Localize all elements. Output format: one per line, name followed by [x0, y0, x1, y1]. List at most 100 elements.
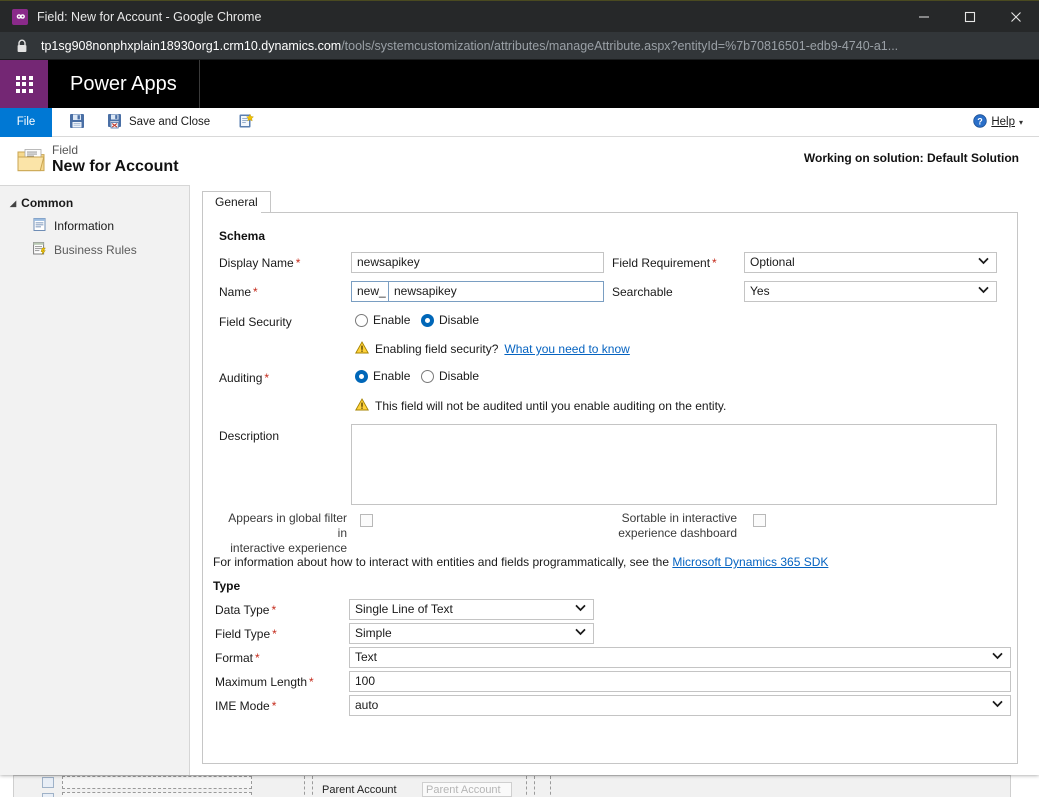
sidebar-group-label: Common: [21, 196, 74, 210]
chevron-down-icon: [575, 604, 586, 612]
folder-icon: [16, 147, 46, 180]
display-name-input[interactable]: newsapikey: [351, 252, 604, 273]
description-textarea[interactable]: [351, 424, 997, 505]
background-bottom-vdash: [534, 776, 535, 797]
field-security-warning-link[interactable]: What you need to know: [504, 342, 629, 356]
minimize-button[interactable]: [901, 1, 947, 33]
sidebar-item-information[interactable]: Information: [0, 214, 189, 238]
background-bottom-vdash: [526, 776, 527, 797]
help-menu[interactable]: ? Help ▾: [973, 113, 1023, 131]
field-requirement-value: Optional: [750, 255, 795, 269]
row-auditing-warning: This field will not be audited until you…: [203, 393, 1017, 423]
url-path: /tools/systemcustomization/attributes/ma…: [341, 38, 899, 53]
file-tab[interactable]: File: [0, 107, 52, 137]
sidebar-item-label: Business Rules: [54, 243, 137, 257]
sidebar-item-business-rules[interactable]: Business Rules: [0, 238, 189, 262]
record-header: Field New for Account Working on solutio…: [0, 137, 1039, 185]
auditing-enable-radio[interactable]: Enable: [355, 369, 410, 383]
chevron-down-icon: ▾: [1018, 117, 1023, 127]
name-input[interactable]: newsapikey: [388, 281, 604, 302]
row-field-security-warning: Enabling field security? What you need t…: [203, 337, 1017, 365]
row-interactive-options: Appears in global filter in interactive e…: [203, 509, 1017, 555]
url-domain: tp1sg908nonphxplain18930org1.crm10.dynam…: [41, 38, 342, 53]
chevron-down-icon: [978, 286, 989, 294]
global-filter-checkbox[interactable]: [360, 514, 373, 527]
ime-mode-label: IME Mode *: [215, 699, 277, 713]
save-and-close-button[interactable]: Save and Close: [104, 111, 213, 134]
background-bottom-vdash: [312, 776, 313, 797]
display-name-label: Display Name *: [219, 256, 301, 270]
save-and-close-icon: [107, 113, 123, 132]
new-record-icon: [238, 113, 255, 132]
type-section-heading: Type: [213, 579, 241, 593]
field-security-warning: Enabling field security? What you need t…: [355, 341, 630, 357]
background-bottom-icon: [42, 793, 54, 797]
browser-tab-title: Field: New for Account - Google Chrome: [37, 9, 262, 24]
data-type-value: Single Line of Text: [355, 602, 453, 616]
auditing-warning: This field will not be audited until you…: [355, 398, 726, 414]
chevron-down-icon: [992, 700, 1003, 708]
auditing-enable-label: Enable: [373, 369, 411, 383]
save-icon: [69, 113, 85, 132]
field-security-enable-radio[interactable]: Enable: [355, 313, 410, 327]
browser-address-bar[interactable]: tp1sg908nonphxplain18930org1.crm10.dynam…: [0, 32, 1039, 60]
tab-general[interactable]: General: [202, 191, 271, 213]
row-maximum-length: Maximum Length * 100: [203, 671, 1017, 695]
new-record-button[interactable]: [235, 111, 263, 134]
sdk-info-text: For information about how to interact wi…: [213, 555, 828, 569]
chrome-browser-window: Field: New for Account - Google Chrome t…: [0, 0, 1039, 775]
appbar-spacer: [200, 60, 1039, 108]
description-label: Description: [219, 429, 280, 443]
record-type-label: Field: [52, 143, 79, 157]
format-label: Format *: [215, 651, 260, 665]
searchable-select[interactable]: Yes: [744, 281, 997, 302]
business-rules-icon: [32, 241, 47, 259]
field-type-label: Field Type *: [215, 627, 277, 641]
field-requirement-label: Field Requirement *: [612, 256, 717, 270]
ime-mode-select[interactable]: auto: [349, 695, 1011, 716]
save-and-close-label: Save and Close: [129, 116, 211, 128]
page-title: New for Account: [52, 158, 179, 175]
auditing-disable-radio[interactable]: Disable: [421, 369, 479, 383]
row-data-type: Data Type * Single Line of Text: [203, 599, 1017, 623]
help-label: Help: [991, 116, 1015, 128]
chevron-down-icon: [575, 628, 586, 636]
app-launcher-waffle-icon[interactable]: [0, 60, 48, 108]
maximum-length-label: Maximum Length *: [215, 675, 314, 689]
save-button[interactable]: [66, 111, 94, 134]
general-tab-panel: Schema Display Name * newsapikey Field Re…: [202, 213, 1018, 764]
sidebar-group-common[interactable]: ◢ Common: [0, 194, 189, 214]
field-type-value: Simple: [355, 626, 392, 640]
field-type-select[interactable]: Simple: [349, 623, 594, 644]
address-bar-url: tp1sg908nonphxplain18930org1.crm10.dynam…: [41, 39, 898, 53]
data-type-label: Data Type *: [215, 603, 277, 617]
row-auditing: Auditing * Enable Disable: [203, 365, 1017, 393]
background-bottom-vdash: [550, 776, 551, 797]
information-icon: [32, 217, 47, 235]
maximum-length-input[interactable]: 100: [349, 671, 1011, 692]
close-button[interactable]: [993, 1, 1039, 33]
row-name: Name * new_ newsapikey Searchable Yes: [203, 280, 1017, 309]
app-title[interactable]: Power Apps: [48, 60, 200, 108]
sortable-checkbox[interactable]: [753, 514, 766, 527]
ribbon-commands: Save and Close: [66, 111, 263, 134]
radio-icon: [421, 369, 434, 383]
browser-titlebar: Field: New for Account - Google Chrome: [0, 0, 1039, 32]
name-prefix-label: new_: [351, 281, 388, 302]
row-field-type: Field Type * Simple: [203, 623, 1017, 647]
background-bottom-dashed-row: [62, 776, 252, 789]
maximize-button[interactable]: [947, 1, 993, 33]
radio-icon: [355, 313, 368, 327]
power-apps-appbar: Power Apps: [0, 60, 1039, 108]
power-apps-favicon-icon: [12, 8, 28, 25]
data-type-select[interactable]: Single Line of Text: [349, 599, 594, 620]
format-select[interactable]: Text: [349, 647, 1011, 668]
field-security-disable-radio[interactable]: Disable: [421, 313, 479, 327]
row-format: Format * Text: [203, 647, 1017, 671]
tab-strip: General: [202, 191, 1039, 213]
field-requirement-select[interactable]: Optional: [744, 252, 997, 273]
row-description: Description: [203, 423, 1017, 509]
field-security-label: Field Security: [219, 315, 292, 329]
warning-triangle-icon: [355, 398, 369, 414]
sdk-link[interactable]: Microsoft Dynamics 365 SDK: [672, 555, 828, 569]
